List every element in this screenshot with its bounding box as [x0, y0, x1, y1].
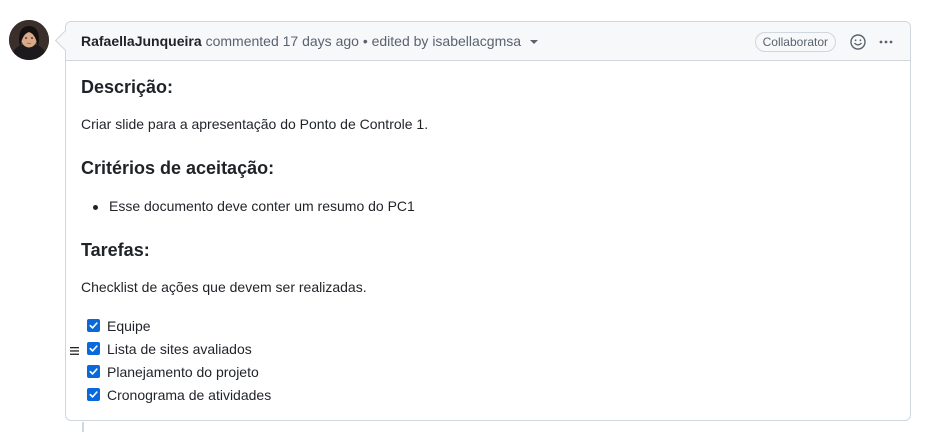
heading-descricao: Descrição: [81, 77, 174, 97]
descricao-paragraph: Criar slide para a apresentação do Ponto… [81, 116, 429, 132]
heading-criterios: Critérios de aceitação: [81, 158, 275, 178]
check-icon [89, 322, 98, 329]
task-checkbox[interactable] [87, 342, 100, 355]
task-list-item: Cronograma de atividades [81, 383, 271, 406]
avatar[interactable] [9, 20, 49, 60]
task-checkbox[interactable] [87, 365, 100, 378]
check-icon [89, 345, 98, 352]
task-checkbox[interactable] [87, 319, 100, 332]
more-options-button[interactable] [876, 32, 896, 52]
chevron-down-icon[interactable] [530, 40, 539, 44]
check-icon [89, 368, 98, 375]
issue-comment-page: RafaellaJunqueira commented 17 days ago … [0, 0, 925, 432]
task-label: Planejamento do projeto [107, 363, 259, 380]
role-badge: Collaborator [754, 31, 836, 52]
comment-header-actions: Collaborator [754, 22, 896, 61]
task-list-item: Equipe [81, 314, 271, 337]
kebab-horizontal-icon [879, 40, 893, 43]
heading-tarefas: Tarefas: [81, 240, 150, 260]
task-list-item: Lista de sites avaliados [70, 337, 271, 360]
task-checkbox[interactable] [87, 388, 100, 401]
smiley-icon [850, 33, 866, 50]
task-label: Equipe [107, 317, 151, 334]
task-list-item: Planejamento do projeto [81, 360, 271, 383]
comment-author-link[interactable]: RafaellaJunqueira [81, 33, 202, 49]
drag-handle[interactable] [70, 343, 79, 355]
check-icon [89, 391, 98, 398]
timeline-line [82, 422, 84, 432]
grabber-icon [70, 347, 79, 355]
criterios-list: Esse documento deve conter um resumo do … [81, 198, 415, 214]
task-list: Equipe Lista de sites avaliados Planejam… [70, 314, 271, 406]
tarefas-paragraph: Checklist de ações que devem ser realiza… [81, 279, 367, 295]
comment-box: RafaellaJunqueira commented 17 days ago … [65, 21, 911, 421]
add-reaction-button[interactable] [848, 32, 868, 52]
avatar-image [9, 20, 49, 60]
task-label: Cronograma de atividades [107, 386, 272, 403]
comment-header: RafaellaJunqueira commented 17 days ago … [66, 22, 910, 61]
comment-meta-text[interactable]: commented 17 days ago • edited by isabel… [206, 33, 521, 49]
task-label: Lista de sites avaliados [107, 340, 252, 357]
list-item: Esse documento deve conter um resumo do … [81, 198, 415, 214]
